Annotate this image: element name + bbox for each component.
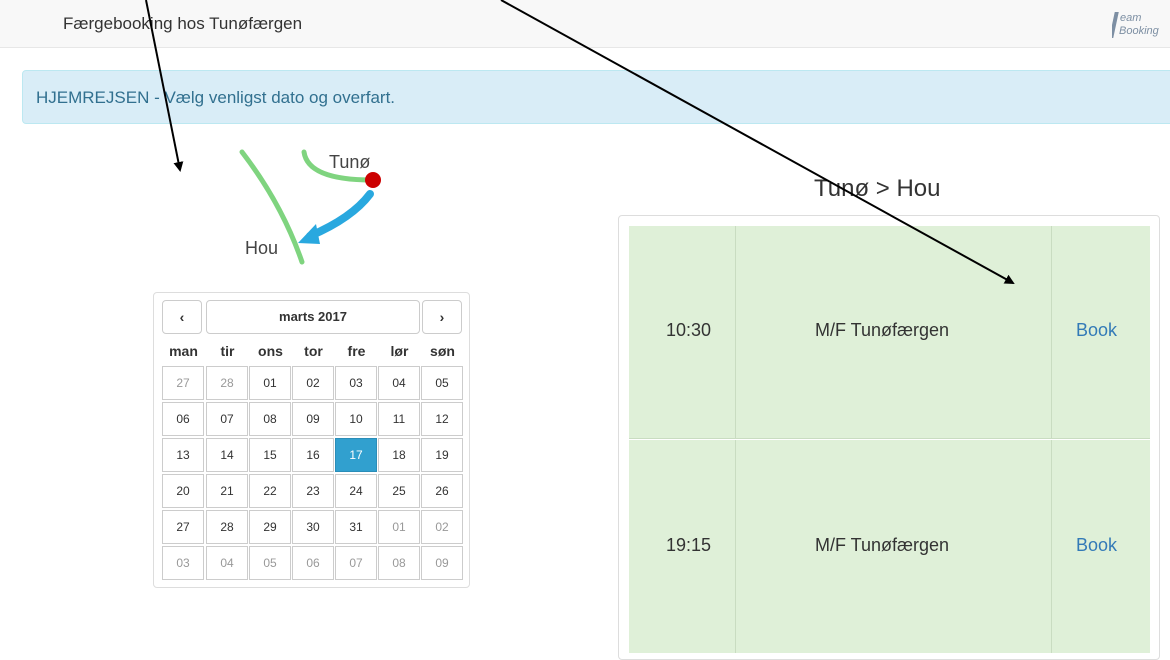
calendar-day[interactable]: 02 xyxy=(421,510,463,544)
ship-name: M/F Tunøfærgen xyxy=(815,320,950,340)
calendar-day[interactable]: 14 xyxy=(206,438,248,472)
calendar-day[interactable]: 31 xyxy=(335,510,377,544)
calendar-day[interactable]: 05 xyxy=(249,546,291,580)
route-title: Tunø > Hou xyxy=(814,175,941,202)
weekday-header: tir xyxy=(220,343,235,359)
calendar-day[interactable]: 26 xyxy=(421,474,463,508)
calendar-day[interactable]: 27 xyxy=(162,510,204,544)
route-arrow-head-icon xyxy=(298,224,320,244)
departure-row: 19:15 M/F Tunøfærgen Book xyxy=(629,438,1150,653)
calendar-day[interactable]: 23 xyxy=(292,474,334,508)
calendar-day[interactable]: 03 xyxy=(335,366,377,400)
weekday-header: tor xyxy=(304,343,323,359)
top-navbar: Færgebooking hos Tunøfærgen eam Booking xyxy=(0,0,1170,48)
calendar-day[interactable]: 21 xyxy=(206,474,248,508)
departure-time: 19:15 xyxy=(666,535,712,555)
weekday-header: søn xyxy=(430,343,455,359)
calendar-day[interactable]: 25 xyxy=(378,474,420,508)
calendar-day[interactable]: 30 xyxy=(292,510,334,544)
calendar-day[interactable]: 15 xyxy=(249,438,291,472)
calendar-day[interactable]: 10 xyxy=(335,402,377,436)
calendar-day[interactable]: 20 xyxy=(162,474,204,508)
calendar-day[interactable]: 28 xyxy=(206,510,248,544)
date-picker: ‹ marts 2017 › man tir ons tor fre lør søn 27 28… xyxy=(153,292,470,588)
weekday-header: ons xyxy=(258,343,283,359)
weekday-header: man xyxy=(169,343,198,359)
route-origin-dot-icon xyxy=(365,172,381,188)
book-button[interactable]: Book xyxy=(1076,535,1117,556)
route-destination-label: Hou xyxy=(245,238,278,258)
calendar-day[interactable]: 09 xyxy=(421,546,463,580)
calendar-day[interactable]: 07 xyxy=(206,402,248,436)
calendar-day[interactable]: 29 xyxy=(249,510,291,544)
calendar-day[interactable]: 03 xyxy=(162,546,204,580)
page-title: Færgebooking hos Tunøfærgen xyxy=(63,14,303,33)
previous-month-button[interactable]: ‹ xyxy=(162,300,202,334)
calendar-day[interactable]: 06 xyxy=(292,546,334,580)
departure-row: 10:30 M/F Tunøfærgen Book xyxy=(629,226,1150,439)
calendar-day[interactable]: 18 xyxy=(378,438,420,472)
calendar-day[interactable]: 06 xyxy=(162,402,204,436)
route-origin-label: Tunø xyxy=(329,152,370,172)
calendar-day[interactable]: 01 xyxy=(249,366,291,400)
calendar-day[interactable]: 27 xyxy=(162,366,204,400)
calendar-day[interactable]: 09 xyxy=(292,402,334,436)
calendar-day[interactable]: 16 xyxy=(292,438,334,472)
logo-text-line1: eam xyxy=(1120,12,1142,24)
calendar-day[interactable]: 05 xyxy=(421,366,463,400)
route-direction-arrow-icon xyxy=(306,190,374,240)
calendar-day[interactable]: 04 xyxy=(206,546,248,580)
calendar-day[interactable]: 08 xyxy=(249,402,291,436)
ship-name: M/F Tunøfærgen xyxy=(815,535,950,555)
calendar-day[interactable]: 22 xyxy=(249,474,291,508)
info-alert: HJEMREJSEN - Vælg venligst dato og overf… xyxy=(22,70,1170,124)
month-title-button[interactable]: marts 2017 xyxy=(206,300,420,334)
calendar-day[interactable]: 19 xyxy=(421,438,463,472)
book-button[interactable]: Book xyxy=(1076,320,1117,341)
calendar-day[interactable]: 28 xyxy=(206,366,248,400)
route-map-graphic: Tunø Hou xyxy=(239,149,381,265)
departure-time: 10:30 xyxy=(666,320,712,340)
calendar-day[interactable]: 08 xyxy=(378,546,420,580)
calendar-day[interactable]: 17 xyxy=(335,438,377,472)
calendar-day[interactable]: 13 xyxy=(162,438,204,472)
weekday-header: fre xyxy=(347,343,366,359)
alert-text: HJEMREJSEN - Vælg venligst dato og overf… xyxy=(36,88,396,107)
calendar-day[interactable]: 04 xyxy=(378,366,420,400)
calendar-day[interactable]: 01 xyxy=(378,510,420,544)
calendar-day[interactable]: 02 xyxy=(292,366,334,400)
weekday-header: lør xyxy=(390,343,409,359)
calendar-day[interactable]: 24 xyxy=(335,474,377,508)
calendar-day[interactable]: 11 xyxy=(378,402,420,436)
brand-logo: eam Booking xyxy=(1112,8,1170,42)
calendar-day[interactable]: 07 xyxy=(335,546,377,580)
calendar-day[interactable]: 12 xyxy=(421,402,463,436)
next-month-button[interactable]: › xyxy=(422,300,462,334)
logo-text-line2: Booking xyxy=(1119,25,1159,37)
